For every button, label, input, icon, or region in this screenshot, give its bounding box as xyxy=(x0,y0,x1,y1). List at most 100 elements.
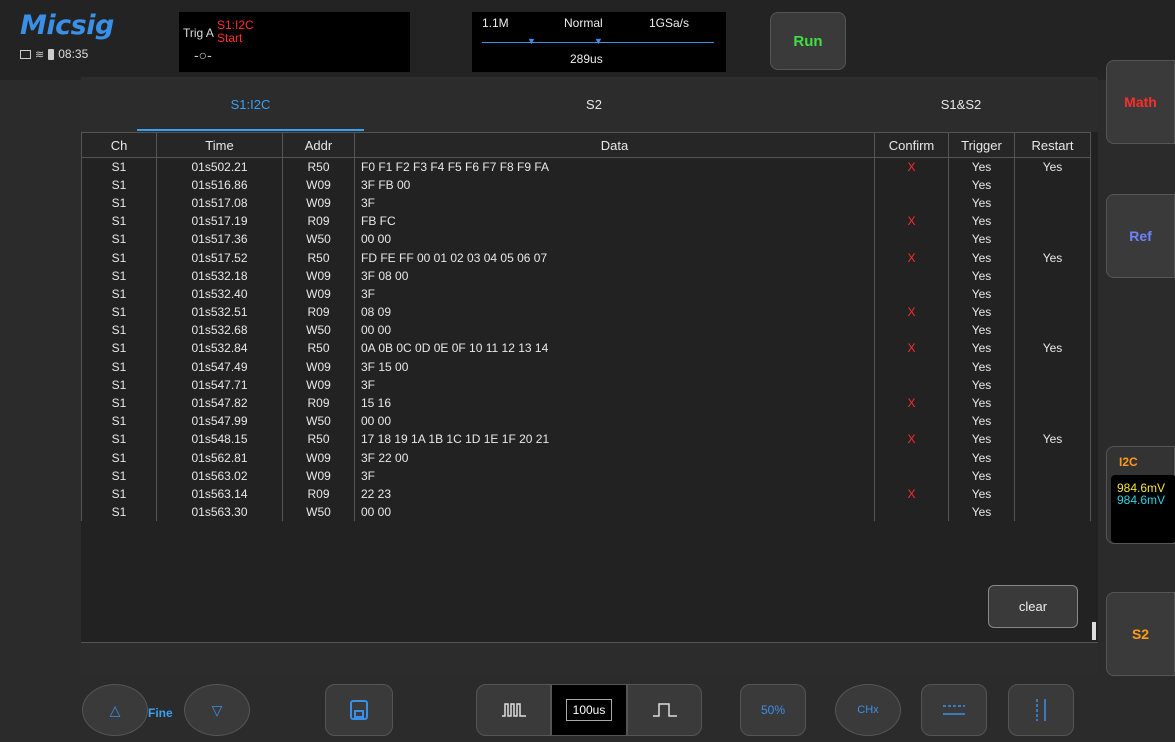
cell-addr: R50 xyxy=(282,339,355,358)
cell-time: 01s517.08 xyxy=(156,193,283,213)
cell-confirm xyxy=(874,284,949,303)
tab-s2[interactable]: S2 xyxy=(364,77,824,132)
timebase-increase-button[interactable] xyxy=(627,684,702,736)
cell-ch: S1 xyxy=(81,357,157,376)
cell-data: 00 00 xyxy=(354,503,875,522)
cell-data: 00 00 xyxy=(354,230,875,249)
cell-trigger: Yes xyxy=(948,193,1015,213)
table-row[interactable]: S1 01s517.08 W09 3F Yes xyxy=(81,193,1091,213)
cell-ch: S1 xyxy=(81,503,157,522)
i2c-channel-panel[interactable]: I2C 984.6mV 984.6mV xyxy=(1106,446,1175,544)
active-tab-indicator xyxy=(137,129,364,131)
cell-data: 3F xyxy=(354,284,875,303)
cell-restart xyxy=(1014,212,1091,231)
table-row[interactable]: S1 01s532.40 W09 3F Yes xyxy=(81,284,1091,303)
vertical-cursor-button[interactable] xyxy=(1008,684,1074,736)
table-row[interactable]: S1 01s548.15 R50 17 18 19 1A 1B 1C 1D 1E 1F… xyxy=(81,430,1091,449)
timebase-decrease-button[interactable] xyxy=(476,684,551,736)
cell-trigger: Yes xyxy=(948,284,1015,303)
run-button[interactable]: Run xyxy=(770,12,846,70)
table-row[interactable]: S1 01s516.86 W09 3F FB 00 Yes xyxy=(81,175,1091,194)
col-addr: Addr xyxy=(282,132,355,158)
table-row[interactable]: S1 01s562.81 W09 3F 22 00 Yes xyxy=(81,448,1091,467)
adjust-down-button[interactable]: ▽ xyxy=(184,684,250,736)
cell-restart: Yes xyxy=(1014,339,1091,358)
cell-addr: R50 xyxy=(282,248,355,267)
table-row[interactable]: S1 01s563.14 R09 22 23 X Yes xyxy=(81,484,1091,504)
cell-trigger: Yes xyxy=(948,339,1015,358)
adjust-up-button[interactable]: △ xyxy=(82,684,148,736)
cell-confirm: X xyxy=(874,157,949,176)
cell-time: 01s532.68 xyxy=(156,321,283,340)
cell-data: 15 16 xyxy=(354,393,875,413)
fifty-percent-label: 50% xyxy=(760,703,786,717)
cell-confirm xyxy=(874,375,949,394)
save-button[interactable] xyxy=(325,684,393,736)
cell-ch: S1 xyxy=(81,430,157,449)
cell-restart xyxy=(1014,175,1091,194)
cell-ch: S1 xyxy=(81,448,157,467)
table-row[interactable]: S1 01s563.02 W09 3F Yes xyxy=(81,466,1091,485)
cell-data: 3F xyxy=(354,466,875,485)
cell-restart: Yes xyxy=(1014,430,1091,449)
cell-confirm xyxy=(874,230,949,249)
triangle-up-icon: △ xyxy=(109,701,121,718)
table-row[interactable]: S1 01s517.19 R09 FB FC X Yes xyxy=(81,212,1091,231)
cell-time: 01s563.30 xyxy=(156,503,283,522)
cell-time: 01s548.15 xyxy=(156,430,283,449)
table-row[interactable]: S1 01s532.68 W50 00 00 Yes xyxy=(81,321,1091,340)
cell-time: 01s502.21 xyxy=(156,157,283,176)
cell-trigger: Yes xyxy=(948,175,1015,194)
trigger-condition: Start xyxy=(217,31,243,45)
table-row[interactable]: S1 01s532.84 R50 0A 0B 0C 0D 0E 0F 10 11 12… xyxy=(81,339,1091,358)
scrollbar-thumb[interactable] xyxy=(1092,622,1096,640)
cell-data: 00 00 xyxy=(354,412,875,431)
acquire-mode: Normal xyxy=(564,16,603,30)
cell-ch: S1 xyxy=(81,412,157,431)
cell-restart xyxy=(1014,503,1091,522)
cell-time: 01s547.99 xyxy=(156,412,283,431)
table-row[interactable]: S1 01s517.52 R50 FD FE FF 00 01 02 03 04 05… xyxy=(81,248,1091,267)
horizontal-cursor-button[interactable] xyxy=(921,684,987,736)
cell-data: 0A 0B 0C 0D 0E 0F 10 11 12 13 14 xyxy=(354,339,875,358)
cell-trigger: Yes xyxy=(948,230,1015,249)
top-bar: Micsig ≋ 08:35 Trig A S1:I2C Start -○- 1… xyxy=(0,0,1175,80)
table-row[interactable]: S1 01s532.51 R09 08 09 X Yes xyxy=(81,303,1091,322)
cell-addr: R09 xyxy=(282,393,355,413)
col-trigger: Trigger xyxy=(948,132,1015,158)
table-row[interactable]: S1 01s517.36 W50 00 00 Yes xyxy=(81,230,1091,249)
cell-ch: S1 xyxy=(81,248,157,267)
cell-confirm xyxy=(874,448,949,467)
channel-x-button[interactable]: CHx xyxy=(835,684,901,736)
cell-confirm: X xyxy=(874,339,949,358)
memory-depth: 1.1M xyxy=(482,16,509,30)
table-row[interactable]: S1 01s563.30 W50 00 00 Yes xyxy=(81,503,1091,522)
math-button[interactable]: Math xyxy=(1106,60,1175,144)
table-row[interactable]: S1 01s547.99 W50 00 00 Yes xyxy=(81,412,1091,431)
table-row[interactable]: S1 01s532.18 W09 3F 08 00 Yes xyxy=(81,266,1091,285)
ref-button[interactable]: Ref xyxy=(1106,194,1175,278)
table-row[interactable]: S1 01s502.21 R50 F0 F1 F2 F3 F4 F5 F6 F7 F8… xyxy=(81,157,1091,176)
cell-trigger: Yes xyxy=(948,412,1015,431)
fine-label[interactable]: Fine xyxy=(148,706,173,720)
cell-restart xyxy=(1014,375,1091,394)
cell-time: 01s563.14 xyxy=(156,484,283,504)
table-row[interactable]: S1 01s547.49 W09 3F 15 00 Yes xyxy=(81,357,1091,376)
cell-confirm: X xyxy=(874,303,949,322)
cell-addr: W09 xyxy=(282,193,355,213)
cell-time: 01s563.02 xyxy=(156,466,283,485)
table-row[interactable]: S1 01s547.71 W09 3F Yes xyxy=(81,375,1091,394)
fifty-percent-button[interactable]: 50% xyxy=(740,684,806,736)
tab-s1-i2c[interactable]: S1:I2C xyxy=(137,77,364,132)
cell-time: 01s532.84 xyxy=(156,339,283,358)
cell-data: 3F xyxy=(354,193,875,213)
table-row[interactable]: S1 01s547.82 R09 15 16 X Yes xyxy=(81,393,1091,413)
s2-button[interactable]: S2 xyxy=(1106,592,1175,676)
clear-button[interactable]: clear xyxy=(988,585,1078,628)
timebase-panel[interactable]: 1.1M Normal 1GSa/s ▼ ▼ 289us xyxy=(472,12,726,72)
trigger-panel[interactable]: Trig A S1:I2C Start -○- xyxy=(179,12,410,72)
oscilloscope-screen: Micsig ≋ 08:35 Trig A S1:I2C Start -○- 1… xyxy=(0,0,1175,742)
wifi-icon: ≋ xyxy=(35,48,45,61)
tab-s1-s2[interactable]: S1&S2 xyxy=(824,77,1098,132)
window-marker-icon: ▼ xyxy=(527,36,536,46)
